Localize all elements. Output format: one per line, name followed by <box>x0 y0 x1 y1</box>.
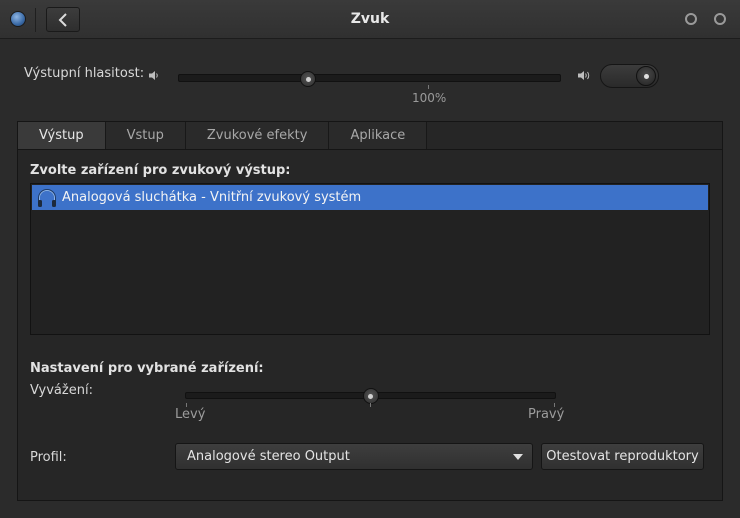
tab-input[interactable]: Vstup <box>105 122 186 149</box>
balance-tick-center <box>370 403 371 407</box>
titlebar: Zvuk <box>0 0 740 39</box>
profile-label: Profil: <box>30 450 67 465</box>
output-volume-label: Výstupní hlasitost: <box>24 66 145 81</box>
tab-bar: Výstup Vstup Zvukové efekty Aplikace <box>18 122 428 149</box>
device-list[interactable]: Analogová sluchátka - Vnitřní zvukový sy… <box>30 183 710 335</box>
tab-output[interactable]: Výstup <box>18 122 106 149</box>
output-volume-slider[interactable] <box>178 74 561 82</box>
maximize-button[interactable] <box>714 13 726 25</box>
device-row-selected[interactable]: Analogová sluchátka - Vnitřní zvukový sy… <box>32 185 708 210</box>
profile-value: Analogové stereo Output <box>187 449 350 464</box>
balance-left-label: Levý <box>175 407 206 422</box>
speaker-low-icon <box>149 70 160 84</box>
dropdown-arrow-icon <box>513 454 523 460</box>
profile-combobox[interactable]: Analogové stereo Output <box>175 443 533 470</box>
output-volume-handle[interactable] <box>300 71 317 87</box>
test-speakers-button[interactable]: Otestovat reproduktory <box>541 443 704 470</box>
window-title: Zvuk <box>350 11 390 27</box>
device-label: Analogová sluchátka - Vnitřní zvukový sy… <box>62 190 362 205</box>
balance-label: Vyvážení: <box>30 383 93 398</box>
speaker-high-icon <box>578 70 592 84</box>
headphones-icon <box>38 188 56 207</box>
tab-divider <box>18 149 722 150</box>
balance-handle[interactable] <box>362 388 379 404</box>
settings-heading: Nastavení pro vybrané zařízení: <box>30 361 264 376</box>
output-mute-toggle[interactable] <box>600 64 659 88</box>
volume-100-tick <box>428 85 429 89</box>
toggle-knob <box>636 66 656 86</box>
device-section-heading: Zvolte zařízení pro zvukový výstup: <box>30 163 291 178</box>
minimize-button[interactable] <box>685 13 697 25</box>
tab-sound-effects[interactable]: Zvukové efekty <box>185 122 330 149</box>
balance-right-label: Pravý <box>528 407 565 422</box>
volume-percent-label: 100% <box>412 91 447 105</box>
tab-applications[interactable]: Aplikace <box>329 122 428 149</box>
sound-notebook: Výstup Vstup Zvukové efekty Aplikace Zvo… <box>17 121 723 501</box>
